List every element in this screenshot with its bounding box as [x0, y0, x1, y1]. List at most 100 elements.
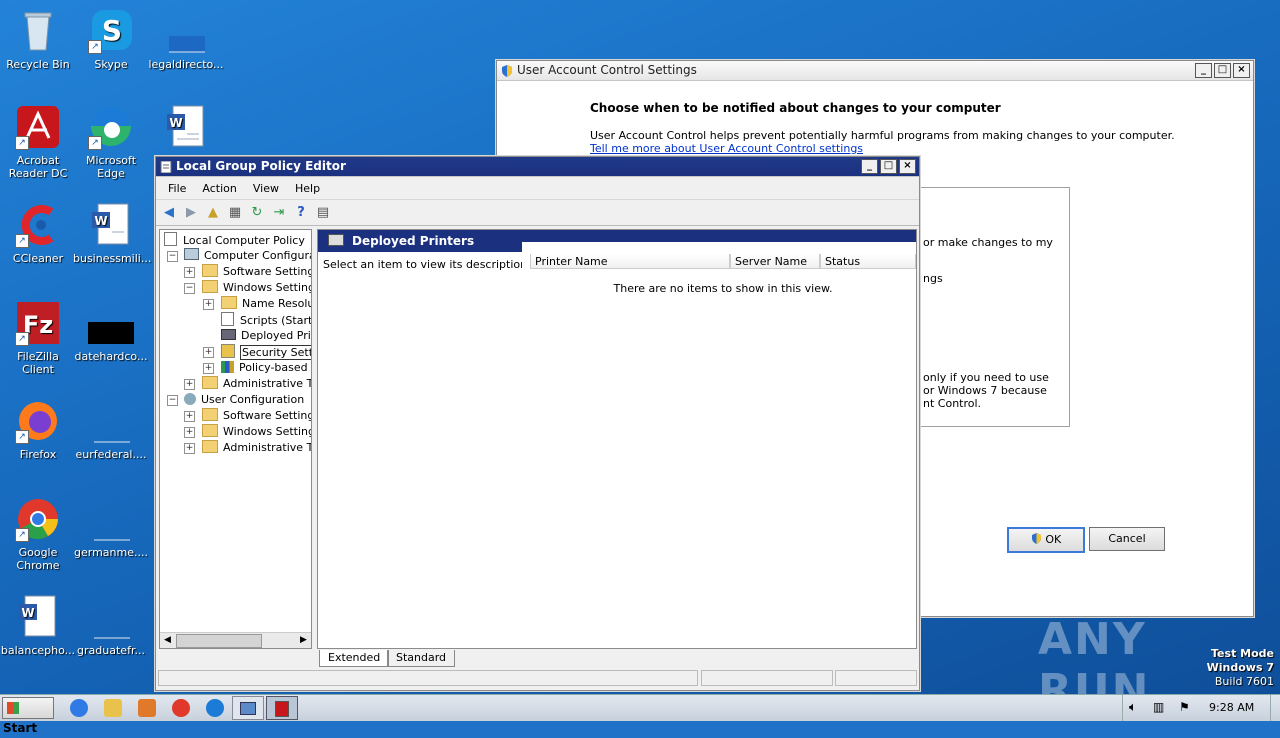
datehardco-shortcut[interactable]: datehardco... [73, 300, 149, 363]
skype-shortcut[interactable]: S ↗ Skype [73, 8, 149, 71]
edge-taskbar-icon[interactable] [206, 699, 224, 717]
volume-icon[interactable]: 🔈︎ [1129, 700, 1137, 715]
ok-button[interactable]: OK [1007, 527, 1085, 553]
ccleaner-shortcut[interactable]: ↗ CCleaner [0, 202, 76, 265]
tree-node-local-computer-policy[interactable]: Local Computer Policy [164, 232, 305, 248]
scroll-right-arrow[interactable]: ▶ [296, 633, 311, 648]
maximize-button[interactable]: □ [1214, 63, 1231, 78]
clock[interactable]: 9:28 AM [1209, 701, 1254, 714]
export-list-icon[interactable]: ⇥ [270, 204, 288, 222]
expand-icon[interactable]: + [184, 443, 195, 454]
media-player-taskbar-icon[interactable] [138, 699, 156, 717]
column-status[interactable]: Status [820, 254, 916, 269]
tree-node-computer-configuration[interactable]: − Computer Configuratio [164, 248, 311, 264]
acrobat-shortcut[interactable]: ↗ Acrobat Reader DC [0, 104, 76, 180]
refresh-icon[interactable]: ↻ [248, 204, 266, 222]
expand-icon[interactable]: + [203, 347, 214, 358]
back-icon[interactable]: ◀ [160, 204, 178, 222]
icon-label: legaldirecto... [148, 58, 224, 71]
show-hide-tree-icon[interactable]: ▦ [226, 204, 244, 222]
icon-label: Skype [94, 58, 128, 71]
view-tabs: Extended Standard [317, 650, 915, 668]
uac-partial-text-5: nt Control. [923, 397, 982, 410]
tab-standard[interactable]: Standard [387, 650, 456, 667]
tree-node-name-resolution[interactable]: + Name Resolutic [203, 296, 311, 312]
graduatefr-shortcut[interactable]: graduatefr... [73, 594, 149, 657]
close-button[interactable]: × [1233, 63, 1250, 78]
tree-node-deployed-printers[interactable]: Deployed Printe [203, 328, 311, 344]
windows-logo-icon [7, 702, 19, 714]
menu-help[interactable]: Help [287, 182, 328, 195]
icon-label: Microsoft Edge [85, 154, 137, 180]
start-button[interactable]: Start [2, 697, 54, 735]
chrome-taskbar-icon[interactable] [172, 699, 190, 717]
forward-icon[interactable]: ▶ [182, 204, 200, 222]
tree-node-software-settings[interactable]: + Software Settings [184, 264, 311, 280]
close-button[interactable]: × [899, 159, 916, 174]
tree-node-policy-based-qos[interactable]: + Policy-based Q [203, 360, 311, 376]
expand-icon[interactable]: + [203, 363, 214, 374]
expand-icon[interactable]: + [184, 379, 195, 390]
explorer-taskbar-icon[interactable] [104, 699, 122, 717]
tree-node-user-administrative-templates[interactable]: + Administrative Tem [184, 440, 311, 456]
gpedit-window: Local Group Policy Editor _ □ × File Act… [155, 156, 920, 691]
help-icon[interactable]: ? [292, 204, 310, 222]
collapse-icon[interactable]: − [167, 251, 178, 262]
gpedit-titlebar[interactable]: Local Group Policy Editor _ □ × [156, 157, 919, 177]
eurfederal-shortcut[interactable]: eurfederal.... [73, 398, 149, 461]
tree-node-user-software-settings[interactable]: + Software Settings [184, 408, 311, 424]
tree-node-administrative-templates[interactable]: + Administrative Tem [184, 376, 311, 392]
expand-icon[interactable]: + [184, 411, 195, 422]
uac-titlebar[interactable]: User Account Control Settings _ □ × [497, 61, 1253, 81]
balancepho-shortcut[interactable]: W balancepho... [0, 594, 76, 657]
firefox-shortcut[interactable]: ↗ Firefox [0, 398, 76, 461]
expand-icon[interactable]: + [184, 427, 195, 438]
tree-node-scripts[interactable]: Scripts (Startup [203, 312, 311, 328]
chrome-shortcut[interactable]: ↗ Google Chrome [0, 496, 76, 572]
tree-node-user-windows-settings[interactable]: + Windows Settings [184, 424, 311, 440]
os-text: Windows 7 [1206, 661, 1274, 674]
tree-node-user-configuration[interactable]: − User Configuration [164, 392, 304, 408]
menu-file[interactable]: File [160, 182, 194, 195]
icon-label: businessmili... [73, 252, 152, 265]
word-document-icon: W [15, 594, 61, 640]
businessmili-shortcut[interactable]: W businessmili... [73, 202, 152, 265]
icon-label: Google Chrome [16, 546, 60, 572]
tree-node-windows-settings[interactable]: − Windows Settings [184, 280, 311, 296]
show-desktop-button[interactable] [1270, 695, 1280, 721]
internet-explorer-taskbar-icon[interactable] [70, 699, 88, 717]
uac-title: User Account Control Settings [517, 63, 697, 77]
menu-action[interactable]: Action [194, 182, 244, 195]
word-doc-shortcut[interactable]: W [148, 104, 224, 154]
gpedit-taskbar-button[interactable] [266, 696, 298, 720]
svg-text:W: W [94, 214, 107, 228]
cancel-button[interactable]: Cancel [1089, 527, 1165, 551]
minimize-button[interactable]: _ [1195, 63, 1212, 78]
collapse-icon[interactable]: − [167, 395, 178, 406]
menu-view[interactable]: View [245, 182, 287, 195]
tree-node-security-settings[interactable]: + Security Settings [203, 344, 311, 360]
network-icon[interactable]: ▥ [1153, 700, 1164, 714]
legaldirecto-shortcut[interactable]: legaldirecto... [148, 8, 224, 71]
up-folder-icon[interactable]: ▲ [204, 204, 222, 222]
uac-taskbar-button[interactable] [232, 696, 264, 720]
column-server-name[interactable]: Server Name [730, 254, 820, 269]
properties-icon[interactable]: ▤ [314, 204, 332, 222]
tree-horizontal-scrollbar[interactable]: ◀ ▶ [160, 632, 311, 648]
scroll-left-arrow[interactable]: ◀ [160, 633, 175, 648]
germanme-shortcut[interactable]: germanme.... [73, 496, 149, 559]
scroll-thumb[interactable] [176, 634, 262, 648]
column-printer-name[interactable]: Printer Name [530, 254, 730, 269]
expand-icon[interactable]: + [203, 299, 214, 310]
tab-extended[interactable]: Extended [319, 650, 390, 667]
edge-icon: ↗ [88, 104, 134, 150]
recycle-bin-shortcut[interactable]: Recycle Bin [0, 8, 76, 71]
uac-help-link[interactable]: Tell me more about User Account Control … [590, 142, 863, 155]
expand-icon[interactable]: + [184, 267, 195, 278]
minimize-button[interactable]: _ [861, 159, 878, 174]
maximize-button[interactable]: □ [880, 159, 897, 174]
edge-shortcut[interactable]: ↗ Microsoft Edge [73, 104, 149, 180]
collapse-icon[interactable]: − [184, 283, 195, 294]
filezilla-shortcut[interactable]: Fz ↗ FileZilla Client [0, 300, 76, 376]
action-center-flag-icon[interactable]: ⚑ [1179, 700, 1190, 714]
